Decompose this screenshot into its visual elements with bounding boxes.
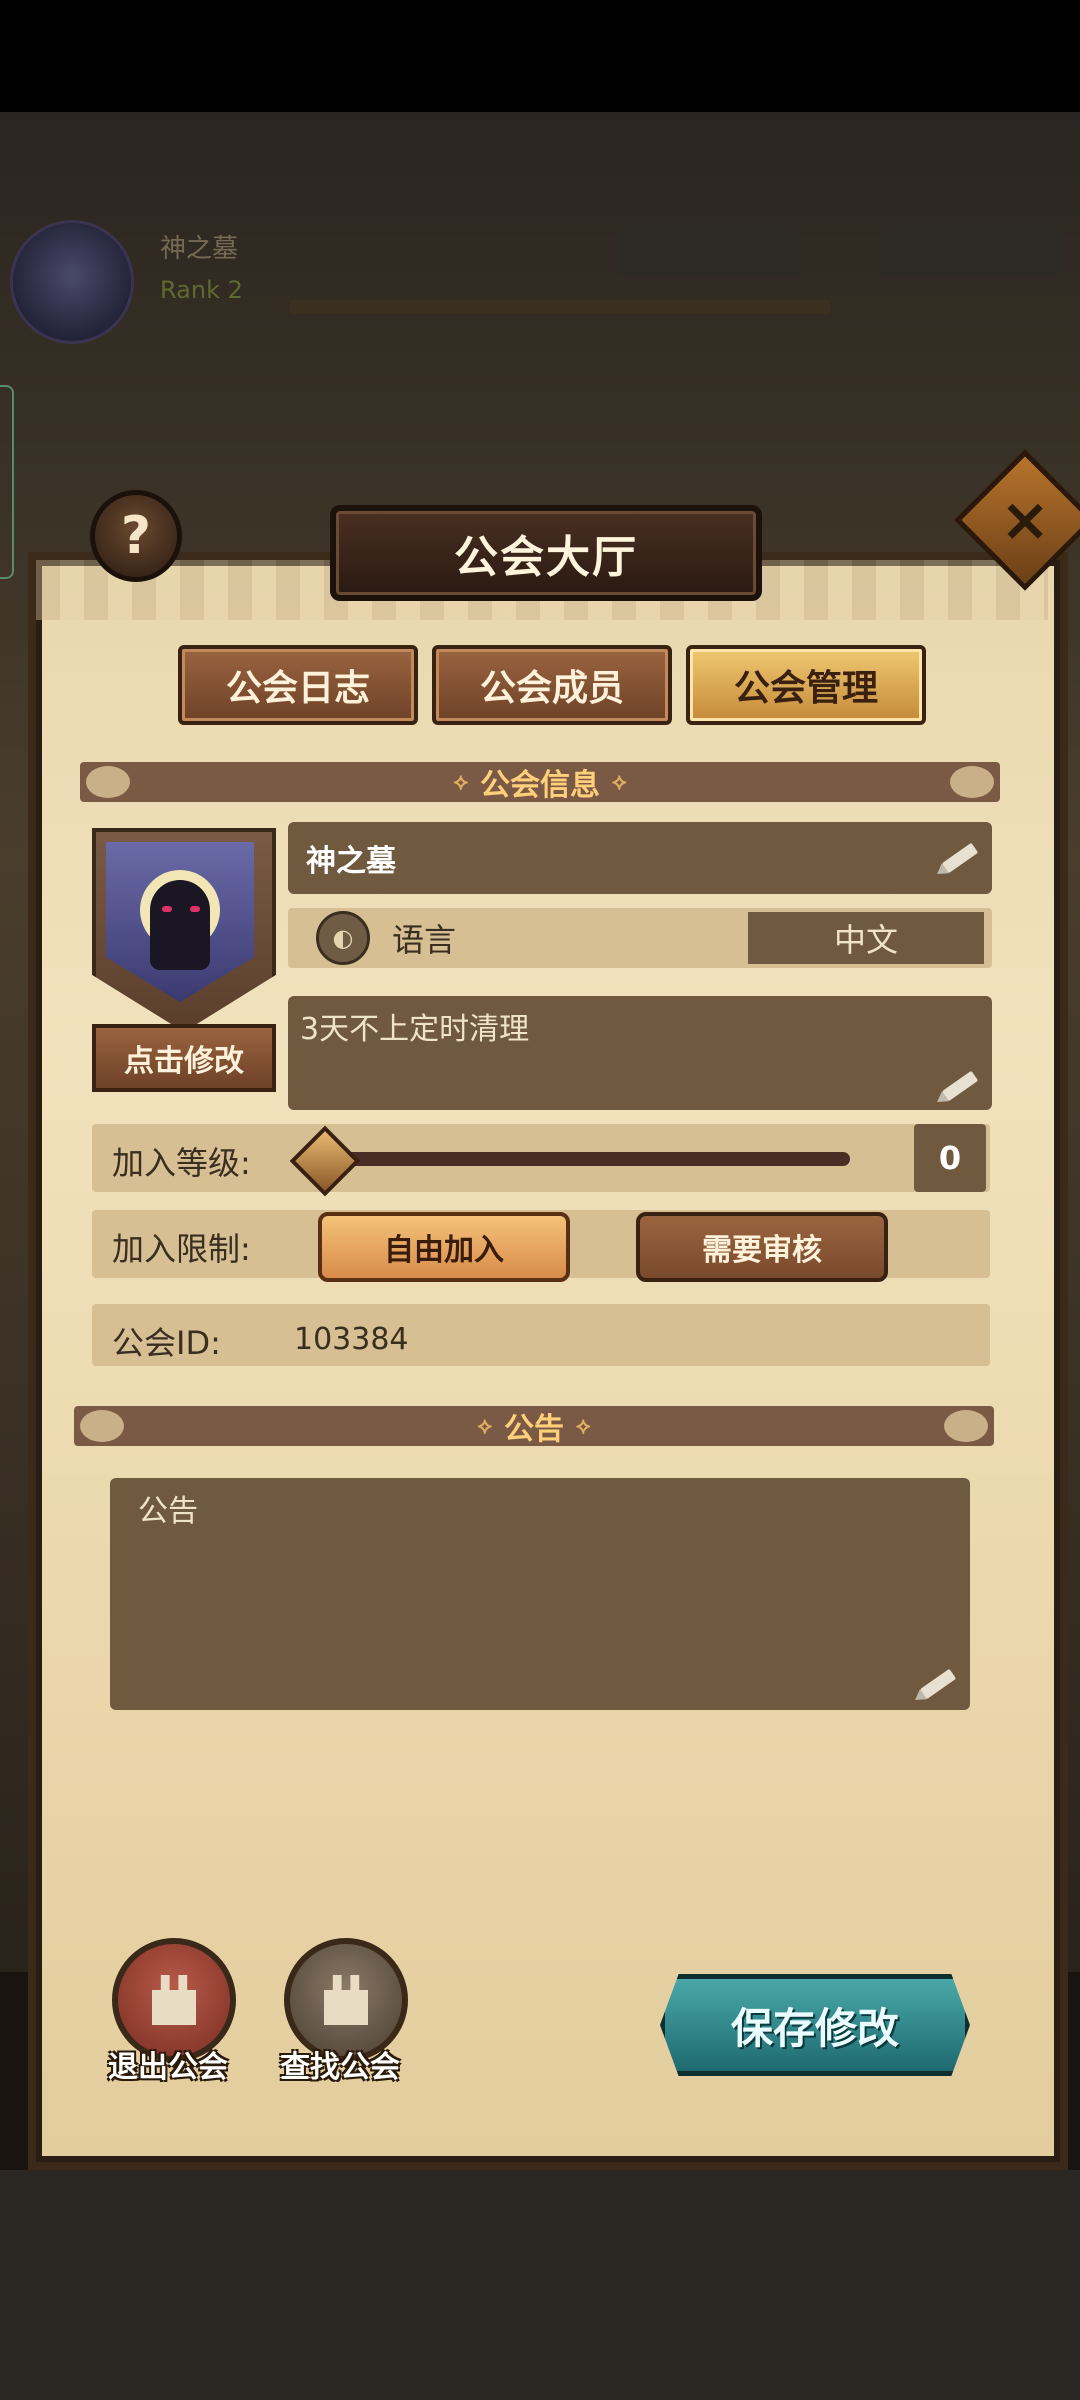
swirl-ornament: [86, 766, 130, 798]
guild-description-field[interactable]: 3天不上定时清理: [288, 996, 992, 1110]
pencil-icon[interactable]: [919, 1668, 957, 1700]
language-row: ◐ 语言 中文: [288, 908, 992, 968]
section-notice: ⟡ 公告 ⟡: [74, 1406, 994, 1447]
title-plate: 公会大厅: [330, 505, 762, 601]
join-approve-button[interactable]: 需要审核: [636, 1212, 888, 1282]
pencil-icon[interactable]: [941, 1070, 979, 1102]
swirl-ornament: [944, 1410, 988, 1442]
language-label: 语言: [392, 921, 457, 959]
notice-field[interactable]: 公告: [110, 1478, 970, 1710]
background-progress: [290, 300, 830, 314]
status-bar: [0, 0, 1080, 112]
section-guild-info: ⟡ 公会信息 ⟡: [80, 762, 1000, 803]
pencil-icon[interactable]: [941, 842, 979, 874]
close-icon: ×: [999, 485, 1051, 555]
exit-guild-label: 退出公会: [108, 2050, 228, 2085]
section-title: 公会信息: [480, 768, 600, 803]
guild-name: 神之墓: [306, 844, 396, 879]
background-rank: Rank 2: [160, 276, 243, 304]
save-label: 保存修改: [730, 2003, 899, 2053]
join-free-button[interactable]: 自由加入: [318, 1212, 570, 1282]
join-level-slider[interactable]: [330, 1152, 850, 1166]
background-avatar: [10, 220, 134, 344]
guild-id-value: 103384: [294, 1322, 409, 1357]
cat-eye: [190, 906, 200, 912]
castle-exit-icon: [152, 1975, 196, 2025]
guild-id-label: 公会ID:: [112, 1324, 221, 1362]
join-limit-label: 加入限制:: [112, 1230, 251, 1268]
background-player-name: 神之墓: [160, 234, 239, 264]
notice-text: 公告: [138, 1494, 198, 1529]
tab-guild-members[interactable]: 公会成员: [432, 645, 672, 725]
guild-name-field[interactable]: 神之墓: [288, 822, 992, 894]
guild-id-row: 公会ID:: [92, 1304, 990, 1366]
castle-search-icon: [324, 1975, 368, 2025]
join-level-value: 0: [914, 1124, 986, 1192]
cat-eye: [162, 906, 172, 912]
tab-guild-log[interactable]: 公会日志: [178, 645, 418, 725]
guild-emblem-cat-icon: [150, 880, 210, 970]
page-title: 公会大厅: [454, 532, 638, 583]
background-side-tab: [0, 385, 14, 579]
globe-icon: ◐: [316, 911, 370, 965]
join-level-label: 加入等级:: [112, 1144, 251, 1182]
edit-emblem-button[interactable]: 点击修改: [92, 1024, 276, 1092]
background-bottom: [0, 2170, 1080, 2400]
save-button[interactable]: 保存修改: [660, 1974, 970, 2076]
language-select[interactable]: 中文: [748, 912, 984, 964]
background-resource-2: [880, 224, 1060, 278]
background-resource-1: [620, 224, 800, 278]
tab-guild-management[interactable]: 公会管理: [686, 645, 926, 725]
section-title: 公告: [504, 1412, 564, 1447]
find-guild-label: 查找公会: [280, 2050, 400, 2085]
guild-description: 3天不上定时清理: [300, 1012, 530, 1047]
swirl-ornament: [950, 766, 994, 798]
help-icon[interactable]: ?: [90, 490, 182, 582]
swirl-ornament: [80, 1410, 124, 1442]
